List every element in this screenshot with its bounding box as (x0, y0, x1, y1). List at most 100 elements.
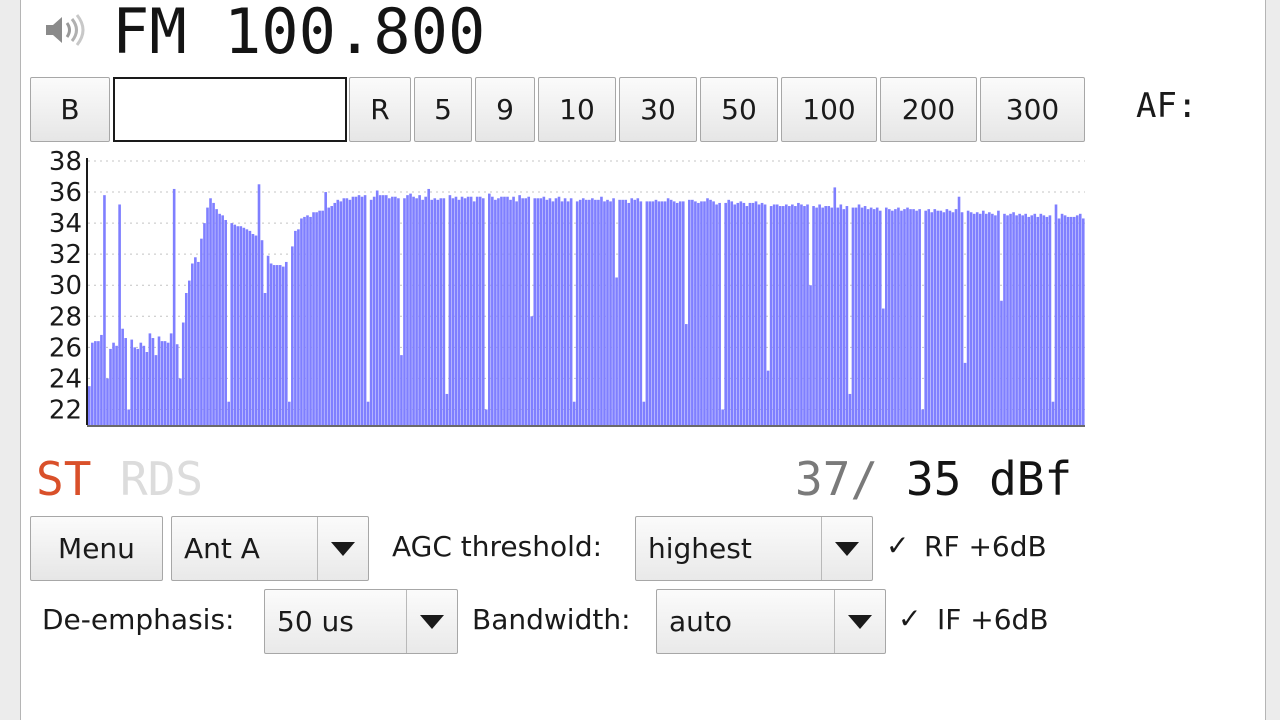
spectrum-bar (345, 198, 349, 425)
spectrum-bar (466, 196, 470, 425)
if-6db-checkbox[interactable]: ✓ (897, 602, 921, 635)
y-tick-label: 22 (49, 395, 82, 425)
chevron-down-icon (331, 541, 355, 556)
menu-button[interactable]: Menu (30, 516, 163, 581)
spectrum-bar (718, 202, 721, 425)
step-button-30[interactable]: 30 (619, 77, 697, 142)
spectrum-bar (530, 316, 534, 425)
step-input[interactable] (113, 77, 347, 142)
de-emphasis-dropdown[interactable] (406, 590, 457, 653)
step-button-100[interactable]: 100 (781, 77, 877, 142)
checkmark-icon: ✓ (886, 529, 910, 562)
spectrum-bar (854, 207, 858, 425)
spectrum-bar (591, 198, 594, 425)
agc-threshold-dropdown[interactable] (821, 517, 872, 580)
spectrum-bar (784, 204, 788, 425)
spectrum-bar (239, 226, 243, 425)
spectrum-bar (188, 280, 191, 425)
spectrum-bar (730, 201, 734, 425)
step-button-200[interactable]: 200 (880, 77, 977, 142)
de-emphasis-label: De-emphasis: (42, 603, 235, 636)
agc-threshold-select[interactable]: highest (635, 516, 873, 581)
spectrum-bar (348, 199, 352, 425)
spectrum-bar (197, 261, 200, 425)
spectrum-bar (388, 198, 391, 425)
spectrum-bar (997, 210, 1000, 425)
spectrum-bar (275, 265, 279, 425)
spectrum-bar (1021, 215, 1024, 425)
spectrum-bar (512, 196, 515, 425)
spectrum-bar (878, 210, 882, 425)
spectrum-bar (369, 199, 373, 425)
spectrum-bar (312, 212, 315, 425)
antenna-dropdown[interactable] (317, 517, 368, 580)
signal-spectrum-chart[interactable]: 383634323028262422 (30, 146, 1090, 436)
spectrum-bar (424, 196, 427, 425)
bandwidth-select[interactable]: auto (656, 589, 886, 654)
spectrum-bar (503, 196, 506, 425)
spectrum-bar (500, 196, 503, 425)
spectrum-bar (697, 202, 700, 425)
spectrum-bar (821, 207, 824, 425)
step-button-50[interactable]: 50 (700, 77, 778, 142)
y-tick-label: 36 (49, 178, 82, 208)
band-button[interactable]: B (30, 77, 110, 142)
spectrum-bar (609, 201, 612, 425)
y-tick-label: 34 (49, 209, 82, 239)
spectrum-bar (481, 198, 485, 425)
step-button-300[interactable]: 300 (980, 77, 1085, 142)
spectrum-bar (1075, 215, 1079, 425)
chevron-down-icon (848, 614, 872, 629)
spectrum-bar (351, 196, 355, 425)
spectrum-bar (181, 322, 185, 425)
spectrum-bar (509, 199, 512, 425)
spectrum-bar (497, 198, 500, 425)
agc-threshold-value: highest (648, 532, 752, 565)
spectrum-bar (224, 220, 227, 425)
spectrum-bar (903, 209, 906, 425)
spectrum-bar (860, 207, 864, 425)
rds-indicator: RDS (120, 452, 204, 506)
spectrum-bar (169, 333, 173, 425)
spectrum-bar (639, 201, 643, 425)
spectrum-bar (506, 196, 509, 425)
spectrum-bar (1027, 216, 1031, 425)
spectrum-bar (594, 199, 597, 425)
spectrum-bar (991, 213, 994, 425)
spectrum-bar (109, 348, 112, 425)
antenna-select[interactable]: Ant A (171, 516, 369, 581)
spectrum-bar (1030, 215, 1034, 425)
spectrum-bar (318, 210, 321, 425)
step-button-5[interactable]: 5 (414, 77, 472, 142)
spectrum-bar (94, 341, 97, 425)
step-button-9[interactable]: 9 (475, 77, 535, 142)
spectrum-bar (381, 195, 385, 425)
spectrum-bar (448, 195, 452, 425)
spectrum-bar (951, 212, 955, 425)
step-button-10[interactable]: 10 (538, 77, 616, 142)
spectrum-bar (436, 199, 440, 425)
spectrum-bar (488, 193, 491, 425)
bandwidth-dropdown[interactable] (834, 590, 885, 653)
spectrum-bar (584, 199, 588, 425)
speaker-icon[interactable] (42, 12, 86, 48)
spectrum-bar (433, 198, 437, 425)
spectrum-bar (1048, 215, 1052, 425)
spectrum-bar (294, 230, 297, 425)
spectrum-bar (985, 213, 988, 425)
de-emphasis-select[interactable]: 50 us (264, 589, 458, 654)
spectrum-bar (366, 401, 370, 425)
spectrum-bar (475, 196, 479, 425)
spectrum-bar (806, 204, 809, 425)
spectrum-bar (484, 409, 488, 425)
spectrum-bar (354, 196, 358, 425)
reset-button[interactable]: R (349, 77, 411, 142)
spectrum-bar (251, 233, 255, 425)
spectrum-bar (869, 207, 873, 425)
spectrum-bar (203, 223, 206, 425)
spectrum-bar (154, 355, 158, 425)
spectrum-bar (872, 209, 876, 425)
rf-6db-checkbox[interactable]: ✓ (885, 529, 909, 562)
signal-peak-value: 37/ (795, 452, 879, 506)
spectrum-bar (627, 202, 631, 425)
